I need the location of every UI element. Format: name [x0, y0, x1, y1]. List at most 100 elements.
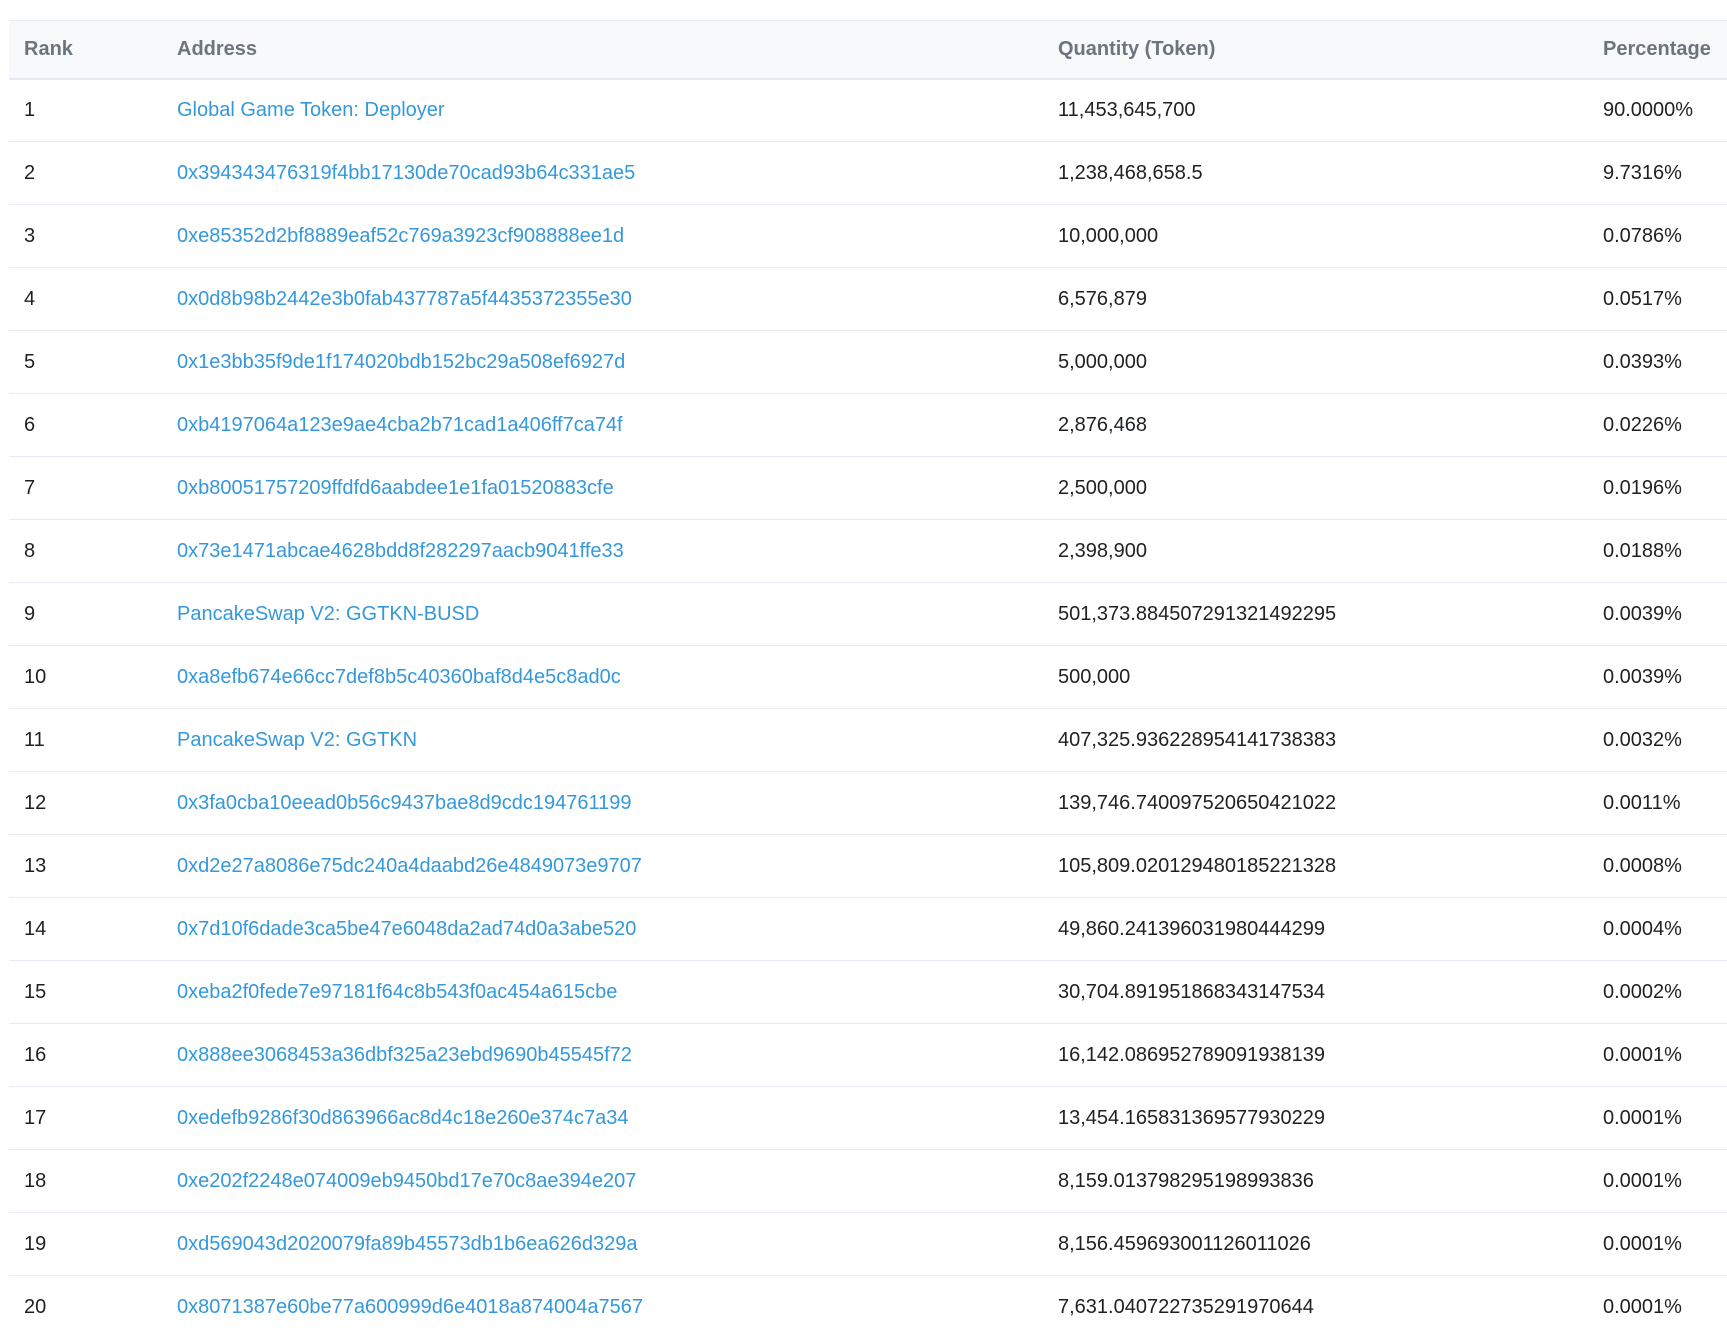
percentage-column-header: Percentage [1603, 37, 1711, 60]
address-link[interactable]: 0xd569043d2020079fa89b45573db1b6ea626d32… [177, 1233, 637, 1255]
address-cell: 0x73e1471abcae4628bdd8f282297aacb9041ffe… [177, 520, 1058, 583]
address-link[interactable]: 0x73e1471abcae4628bdd8f282297aacb9041ffe… [177, 540, 624, 562]
percentage-cell: 0.0002% [1603, 980, 1682, 1003]
address-link[interactable]: 0x0d8b98b2442e3b0fab437787a5f4435372355e… [177, 288, 632, 310]
table-row: 13 0xd2e27a8086e75dc240a4daabd26e4849073e… [9, 835, 1727, 898]
address-link[interactable]: 0x7d10f6dade3ca5be47e6048da2ad74d0a3abe5… [177, 918, 636, 940]
rank-cell: 11 [24, 728, 45, 751]
address-cell: 0x0d8b98b2442e3b0fab437787a5f4435372355e… [177, 268, 1058, 331]
percentage-cell: 0.0011% [1603, 791, 1681, 814]
table-row: 10 0xa8efb674e66cc7def8b5c40360baf8d4e5c8… [9, 646, 1727, 709]
table-row: 12 0x3fa0cba10eead0b56c9437bae8d9cdc19476… [9, 772, 1727, 835]
table-row: 9 PancakeSwap V2: GGTKN-BUSD 501,373.88450… [9, 583, 1727, 646]
rank-cell: 2 [24, 161, 36, 184]
address-link[interactable]: Global Game Token: Deployer [177, 99, 445, 121]
address-cell: 0x8071387e60be77a600999d6e4018a874004a75… [177, 1276, 1058, 1339]
percentage-cell: 0.0786% [1603, 224, 1682, 247]
percentage-cell: 0.0032% [1603, 728, 1682, 751]
percentage-cell: 0.0001% [1603, 1232, 1682, 1255]
quantity-cell: 500,000 [1058, 665, 1131, 688]
quantity-cell: 1,238,468,658.5 [1058, 161, 1203, 184]
address-link[interactable]: 0x888ee3068453a36dbf325a23ebd9690b45545f… [177, 1044, 632, 1066]
address-cell: Global Game Token: Deployer [177, 79, 1058, 142]
percentage-cell: 0.0196% [1603, 476, 1682, 499]
address-cell: 0xb4197064a123e9ae4cba2b71cad1a406ff7ca7… [177, 394, 1058, 457]
address-link[interactable]: 0xedefb9286f30d863966ac8d4c18e260e374c7a… [177, 1107, 629, 1129]
percentage-cell: 0.0004% [1603, 917, 1682, 940]
address-link[interactable]: PancakeSwap V2: GGTKN [177, 729, 417, 751]
address-link[interactable]: 0xe202f2248e074009eb9450bd17e70c8ae394e2… [177, 1170, 636, 1192]
percentage-cell: 0.0039% [1603, 602, 1682, 625]
table-row: 1 Global Game Token: Deployer 11,453,645,7… [9, 79, 1727, 142]
quantity-cell: 7,631.040722735291970644 [1058, 1295, 1314, 1318]
rank-cell: 4 [24, 287, 36, 310]
table-row: 19 0xd569043d2020079fa89b45573db1b6ea626d… [9, 1213, 1727, 1276]
table-row: 14 0x7d10f6dade3ca5be47e6048da2ad74d0a3ab… [9, 898, 1727, 961]
address-cell: 0x394343476319f4bb17130de70cad93b64c331a… [177, 142, 1058, 205]
percentage-cell: 0.0001% [1603, 1295, 1682, 1318]
address-link[interactable]: 0xd2e27a8086e75dc240a4daabd26e4849073e97… [177, 855, 642, 877]
rank-cell: 18 [24, 1169, 47, 1192]
quantity-cell: 139,746.740097520650421022 [1058, 791, 1337, 814]
table-row: 15 0xeba2f0fede7e97181f64c8b543f0ac454a61… [9, 961, 1727, 1024]
address-cell: 0x888ee3068453a36dbf325a23ebd9690b45545f… [177, 1024, 1058, 1087]
address-link[interactable]: 0x394343476319f4bb17130de70cad93b64c331a… [177, 162, 635, 184]
quantity-cell: 30,704.891951868343147534 [1058, 980, 1325, 1003]
address-link[interactable]: PancakeSwap V2: GGTKN-BUSD [177, 603, 479, 625]
quantity-cell: 5,000,000 [1058, 350, 1147, 373]
rank-cell: 5 [24, 350, 36, 373]
table-row: 4 0x0d8b98b2442e3b0fab437787a5f4435372355… [9, 268, 1727, 331]
rank-column-header: Rank [24, 37, 73, 60]
quantity-cell: 2,500,000 [1058, 476, 1147, 499]
address-link[interactable]: 0x8071387e60be77a600999d6e4018a874004a75… [177, 1296, 643, 1318]
table-row: 8 0x73e1471abcae4628bdd8f282297aacb9041ff… [9, 520, 1727, 583]
percentage-cell: 0.0226% [1603, 413, 1682, 436]
rank-cell: 16 [24, 1043, 47, 1066]
quantity-cell: 49,860.241396031980444299 [1058, 917, 1325, 940]
percentage-cell: 0.0188% [1603, 539, 1682, 562]
address-link[interactable]: 0x3fa0cba10eead0b56c9437bae8d9cdc1947611… [177, 792, 632, 814]
address-link[interactable]: 0xeba2f0fede7e97181f64c8b543f0ac454a615c… [177, 981, 617, 1003]
rank-cell: 20 [24, 1295, 47, 1318]
rank-cell: 3 [24, 224, 36, 247]
table-row: 11 PancakeSwap V2: GGTKN 407,325.936228954… [9, 709, 1727, 772]
rank-cell: 10 [24, 665, 47, 688]
percentage-cell: 0.0393% [1603, 350, 1682, 373]
address-cell: 0xd569043d2020079fa89b45573db1b6ea626d32… [177, 1213, 1058, 1276]
address-cell: 0xd2e27a8086e75dc240a4daabd26e4849073e97… [177, 835, 1058, 898]
quantity-cell: 105,809.020129480185221328 [1058, 854, 1337, 877]
address-cell: 0x1e3bb35f9de1f174020bdb152bc29a508ef692… [177, 331, 1058, 394]
token-holders-table: Rank Address Quantity (Token) Percentage… [9, 20, 1727, 1339]
table-header-row: Rank Address Quantity (Token) Percentage [9, 20, 1727, 79]
quantity-cell: 16,142.086952789091938139 [1058, 1043, 1325, 1066]
rank-cell: 17 [24, 1106, 47, 1129]
address-cell: 0x7d10f6dade3ca5be47e6048da2ad74d0a3abe5… [177, 898, 1058, 961]
table-row: 20 0x8071387e60be77a600999d6e4018a874004a… [9, 1276, 1727, 1339]
quantity-cell: 2,398,900 [1058, 539, 1147, 562]
address-link[interactable]: 0xa8efb674e66cc7def8b5c40360baf8d4e5c8ad… [177, 666, 621, 688]
table-row: 17 0xedefb9286f30d863966ac8d4c18e260e374c… [9, 1087, 1727, 1150]
address-link[interactable]: 0xe85352d2bf8889eaf52c769a3923cf908888ee… [177, 225, 624, 247]
address-cell: 0x3fa0cba10eead0b56c9437bae8d9cdc1947611… [177, 772, 1058, 835]
quantity-cell: 6,576,879 [1058, 287, 1147, 310]
rank-cell: 14 [24, 917, 47, 940]
rank-cell: 19 [24, 1232, 47, 1255]
percentage-cell: 0.0001% [1603, 1043, 1682, 1066]
quantity-cell: 13,454.165831369577930229 [1058, 1106, 1325, 1129]
address-link[interactable]: 0x1e3bb35f9de1f174020bdb152bc29a508ef692… [177, 351, 625, 373]
quantity-cell: 501,373.884507291321492295 [1058, 602, 1337, 625]
address-cell: 0xe202f2248e074009eb9450bd17e70c8ae394e2… [177, 1150, 1058, 1213]
quantity-cell: 8,156.459693001126011026 [1058, 1232, 1311, 1255]
table-row: 18 0xe202f2248e074009eb9450bd17e70c8ae394… [9, 1150, 1727, 1213]
percentage-cell: 0.0039% [1603, 665, 1682, 688]
table-header: Rank Address Quantity (Token) Percentage [9, 20, 1727, 79]
rank-cell: 8 [24, 539, 36, 562]
percentage-cell: 9.7316% [1603, 161, 1682, 184]
table-row: 2 0x394343476319f4bb17130de70cad93b64c331… [9, 142, 1727, 205]
address-cell: 0xeba2f0fede7e97181f64c8b543f0ac454a615c… [177, 961, 1058, 1024]
address-link[interactable]: 0xb80051757209ffdfd6aabdee1e1fa01520883c… [177, 477, 614, 499]
address-column-header: Address [177, 37, 258, 60]
address-link[interactable]: 0xb4197064a123e9ae4cba2b71cad1a406ff7ca7… [177, 414, 623, 436]
table-row: 16 0x888ee3068453a36dbf325a23ebd9690b4554… [9, 1024, 1727, 1087]
quantity-cell: 8,159.013798295198993836 [1058, 1169, 1314, 1192]
